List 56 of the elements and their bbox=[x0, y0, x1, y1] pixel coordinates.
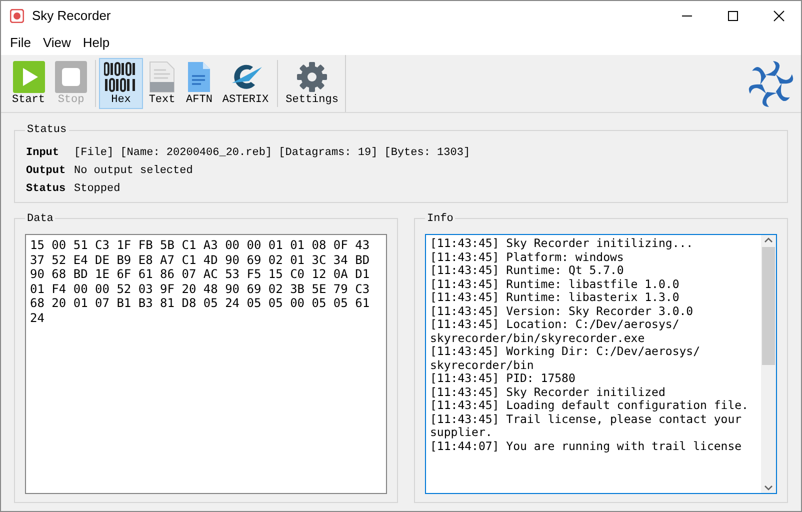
document-icon bbox=[187, 61, 212, 93]
menu-item[interactable]: File bbox=[4, 33, 37, 53]
log-line: [11:43:45] Runtime: libasterix 1.3.0 bbox=[430, 291, 680, 304]
maximize-icon[interactable] bbox=[727, 10, 739, 22]
log-line: [11:43:45] Platform: windows bbox=[430, 250, 625, 264]
txt-file-icon bbox=[148, 61, 176, 93]
toolbar-button[interactable]: ASTERIX bbox=[217, 58, 274, 109]
log-line: [11:43:45] Runtime: Qt 5.7.0 bbox=[430, 264, 625, 278]
stop-icon bbox=[55, 61, 88, 93]
log-line: skyrecorder/bin/skyrecorder.exe bbox=[430, 332, 646, 345]
group-title: Info bbox=[426, 212, 454, 226]
log-line: [11:43:45] Loading default configuration file. bbox=[430, 399, 750, 412]
settings-icon bbox=[296, 61, 328, 93]
toolbar-button[interactable]: AFTN bbox=[181, 58, 218, 109]
log-line: [11:43:45] PID: 17580 bbox=[430, 372, 576, 386]
log-text-area[interactable] bbox=[425, 234, 777, 494]
status-value: [File] [Name: 20200406_20.reb] [Datagrams: 19] [Bytes: 1303] bbox=[74, 146, 470, 160]
group-title: Status bbox=[26, 123, 68, 138]
status-label: Input bbox=[26, 146, 60, 160]
scroll-down-icon[interactable] bbox=[764, 485, 773, 491]
menu-item[interactable]: Help bbox=[76, 33, 116, 53]
hex-line: 90 68 BD 1E 6F 61 86 07 AC 53 F5 15 C0 12 0A D1 bbox=[30, 267, 371, 282]
log-line: [11:43:45] Version: Sky Recorder 3.0.0 bbox=[430, 304, 694, 318]
scroll-up-icon[interactable] bbox=[764, 237, 773, 243]
log-line: [11:44:07] You are running with trail license bbox=[430, 440, 743, 453]
group-title: Data bbox=[26, 212, 54, 226]
toolbar-button[interactable]: Text bbox=[143, 58, 182, 109]
log-line: supplier. bbox=[430, 426, 494, 440]
scrollbar[interactable] bbox=[761, 235, 776, 493]
hex-line: 37 52 E4 DE B9 E8 A7 C1 4D 90 69 02 01 3C 34 BD bbox=[30, 252, 371, 267]
log-line: [11:43:45] Working Dir: C:/Dev/aerosys/ bbox=[430, 345, 702, 358]
log-line: [11:43:45] Sky Recorder initilizing... bbox=[430, 237, 694, 250]
pinwheel-logo-icon bbox=[747, 60, 795, 108]
record-app-icon bbox=[10, 9, 24, 23]
hex-line: 24 bbox=[30, 310, 46, 325]
log-line: [11:43:45] Location: C:/Dev/aerosys/ bbox=[430, 318, 680, 332]
hex-line: 68 20 01 07 B1 B3 81 D8 05 24 05 05 00 05 05 61 bbox=[30, 296, 371, 310]
status-value: Stopped bbox=[74, 182, 120, 196]
log-line: [11:43:45] Trail license, please contact your bbox=[430, 412, 743, 426]
hex-line: 15 00 51 C3 1F FB 5B C1 A3 00 00 01 01 08 0F 43 bbox=[30, 238, 371, 252]
status-label: Output bbox=[26, 164, 67, 178]
log-line: [11:43:45] Sky Recorder initilized bbox=[430, 386, 666, 399]
scrollbar-thumb[interactable] bbox=[762, 247, 775, 365]
menu-item[interactable]: View bbox=[36, 33, 77, 53]
log-line: [11:43:45] Runtime: libastfile 1.0.0 bbox=[430, 278, 680, 291]
hex-line: 01 F4 00 00 52 03 9F 20 48 90 69 02 3B 5E 79 C3 bbox=[30, 282, 371, 296]
toolbar-button[interactable]: Settings bbox=[280, 58, 344, 109]
status-label: Status bbox=[26, 182, 67, 196]
play-icon bbox=[12, 61, 44, 93]
window-title: Sky Recorder bbox=[32, 7, 111, 26]
close-icon[interactable] bbox=[773, 10, 785, 22]
toolbar-button[interactable]: Hex bbox=[99, 58, 144, 109]
status-value: No output selected bbox=[74, 164, 193, 178]
hex-text-area[interactable] bbox=[25, 234, 387, 494]
toolbar-button[interactable]: Start bbox=[7, 58, 50, 109]
log-line: skyrecorder/bin bbox=[430, 358, 535, 372]
